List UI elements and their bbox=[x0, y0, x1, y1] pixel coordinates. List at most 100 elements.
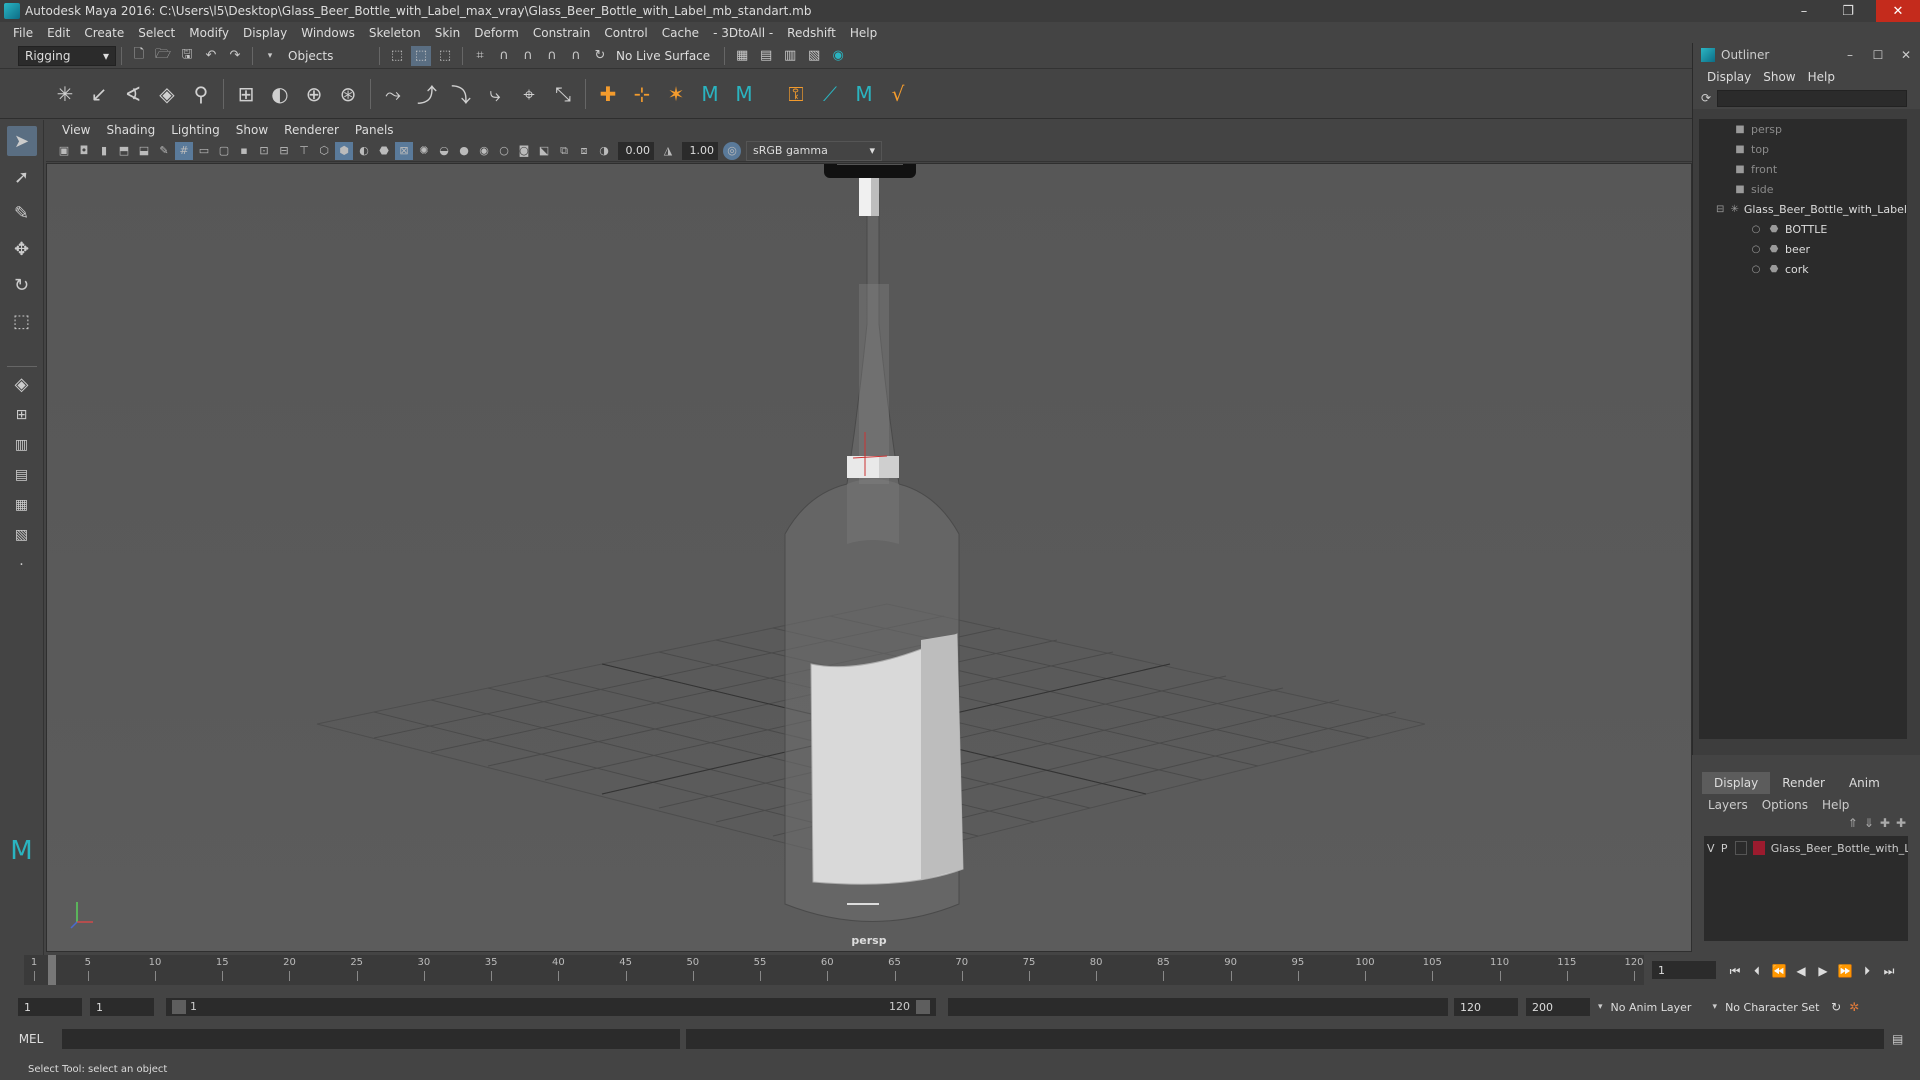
snap-view-icon[interactable]: ∩ bbox=[542, 46, 562, 66]
color-space-dropdown[interactable]: sRGB gamma ▾ bbox=[746, 140, 882, 161]
paint-select-icon[interactable]: ✎ bbox=[7, 198, 37, 228]
wire-icon[interactable]: ⌖ bbox=[514, 79, 544, 109]
render-view-icon[interactable]: ▧ bbox=[804, 46, 824, 66]
chevron-down-icon[interactable]: ▾ bbox=[260, 46, 280, 66]
layer-menu-layers[interactable]: Layers bbox=[1708, 798, 1748, 812]
lattice-icon[interactable]: ⤴ bbox=[412, 79, 442, 109]
menu-select[interactable]: Select bbox=[131, 26, 182, 40]
select-tool-icon[interactable]: ➤ bbox=[6, 126, 37, 156]
point-constraint-icon[interactable]: ⊹ bbox=[627, 79, 657, 109]
rotate-tool-icon[interactable]: ↻ bbox=[7, 270, 37, 300]
outliner-item[interactable]: ■ side bbox=[1699, 179, 1907, 199]
current-frame-field[interactable]: 1 bbox=[1652, 961, 1716, 979]
minimize-icon[interactable]: – bbox=[1836, 48, 1864, 62]
new-scene-icon[interactable]: 🗋 bbox=[129, 46, 149, 66]
move-layer-up-icon[interactable]: ⇑ bbox=[1848, 816, 1858, 830]
shadows-icon[interactable]: ◒ bbox=[435, 142, 453, 160]
open-scene-icon[interactable]: 🗁 bbox=[153, 46, 173, 66]
close-button[interactable]: ✕ bbox=[1876, 0, 1920, 22]
maya-m-icon[interactable]: M bbox=[849, 79, 879, 109]
new-layer-selected-icon[interactable]: ✚ bbox=[1896, 816, 1906, 830]
2d-pan-icon[interactable]: ⬓ bbox=[135, 142, 153, 160]
bind-skin-icon[interactable]: ⊞ bbox=[231, 79, 261, 109]
menu-edit[interactable]: Edit bbox=[40, 26, 77, 40]
use-all-lights-icon[interactable]: ✺ bbox=[415, 142, 433, 160]
wireframe-on-shaded-icon[interactable]: ⬣ bbox=[375, 142, 393, 160]
outliner-search-input[interactable] bbox=[1717, 89, 1908, 107]
range-start-handle[interactable] bbox=[172, 1000, 186, 1014]
time-slider-track[interactable]: 1 5 10 15 20 25 30 35 40 45 50 55 60 65 70 75 80 85 90 95 10… bbox=[24, 955, 1644, 985]
ik-spline-icon[interactable]: ∢ bbox=[118, 79, 148, 109]
menu-display[interactable]: Display bbox=[236, 26, 294, 40]
selection-mode-dropdown[interactable]: Objects bbox=[282, 46, 374, 66]
viewport-menu-panels[interactable]: Panels bbox=[347, 123, 402, 137]
script-language-toggle[interactable]: MEL bbox=[0, 1032, 62, 1046]
move-tool-icon[interactable]: ✥ bbox=[7, 234, 37, 264]
cluster-icon[interactable]: ⤵ bbox=[446, 79, 476, 109]
exposure-field[interactable]: 0.00 bbox=[618, 141, 654, 160]
anim-prefs-icon[interactable]: ✲ bbox=[1849, 1000, 1859, 1014]
layout-graph-icon[interactable]: ▦ bbox=[7, 494, 37, 516]
orient-joint-icon[interactable]: ⚲ bbox=[186, 79, 216, 109]
cap-mesh[interactable] bbox=[824, 164, 916, 178]
viewport-menu-lighting[interactable]: Lighting bbox=[163, 123, 228, 137]
xray-active-icon[interactable]: ⧈ bbox=[575, 142, 593, 160]
xray-icon[interactable]: ⊠ bbox=[395, 141, 413, 160]
viewport-menu-renderer[interactable]: Renderer bbox=[276, 123, 347, 137]
start-time-field[interactable]: 1 bbox=[18, 998, 82, 1016]
outliner-item[interactable]: ■ top bbox=[1699, 139, 1907, 159]
menu-control[interactable]: Control bbox=[597, 26, 654, 40]
color-management-icon[interactable]: ◎ bbox=[723, 141, 741, 160]
go-to-end-icon[interactable]: ⏭ bbox=[1878, 961, 1900, 981]
menu-file[interactable]: File bbox=[6, 26, 40, 40]
smooth-skin-icon[interactable]: ⊛ bbox=[333, 79, 363, 109]
mirror-joint-icon[interactable]: ◈ bbox=[152, 79, 182, 109]
hypershade-icon[interactable]: ◉ bbox=[828, 46, 848, 66]
viewport-menu-shading[interactable]: Shading bbox=[98, 123, 163, 137]
ambient-occlusion-icon[interactable]: ● bbox=[455, 142, 473, 160]
range-end-handle[interactable] bbox=[916, 1000, 930, 1014]
close-icon[interactable]: ✕ bbox=[1892, 48, 1920, 62]
restore-button[interactable]: ❐ bbox=[1826, 0, 1870, 22]
scale-tool-icon[interactable]: ⬚ bbox=[7, 306, 37, 336]
save-scene-icon[interactable]: 🖫 bbox=[177, 46, 197, 66]
layer-row[interactable]: V P Glass_Beer_Bottle_with_Label bbox=[1704, 838, 1908, 858]
viewport-menu-show[interactable]: Show bbox=[228, 123, 276, 137]
exposure-icon[interactable]: ◑ bbox=[595, 142, 613, 160]
snap-point-icon[interactable]: ∩ bbox=[518, 46, 538, 66]
perspective-viewport[interactable]: persp bbox=[46, 163, 1692, 952]
snap-live-icon[interactable]: ↻ bbox=[590, 46, 610, 66]
tab-anim[interactable]: Anim bbox=[1837, 772, 1892, 794]
redo-icon[interactable]: ↷ bbox=[225, 46, 245, 66]
ipr-render-icon[interactable]: ▥ bbox=[780, 46, 800, 66]
play-forward-icon[interactable]: ▶ bbox=[1812, 961, 1834, 981]
menu-set-dropdown[interactable]: Rigging ▾ bbox=[18, 45, 116, 66]
film-gate-icon[interactable]: ▭ bbox=[195, 142, 213, 160]
select-component-icon[interactable]: ⬚ bbox=[435, 46, 455, 66]
safe-title-icon[interactable]: ⊤ bbox=[295, 142, 313, 160]
time-slider[interactable]: 1 5 10 15 20 25 30 35 40 45 50 55 60 65 70 75 80 85 90 95 10… bbox=[0, 955, 1920, 995]
layout-two-icon[interactable]: ▥ bbox=[7, 434, 37, 456]
undo-icon[interactable]: ↶ bbox=[201, 46, 221, 66]
menu-skeleton[interactable]: Skeleton bbox=[362, 26, 428, 40]
label-mesh[interactable] bbox=[810, 633, 964, 885]
chevron-down-icon[interactable]: ▾ bbox=[1713, 1002, 1718, 1012]
grid-icon[interactable]: # bbox=[175, 141, 193, 160]
layout-outliner-icon[interactable]: ▤ bbox=[7, 464, 37, 486]
lasso-tool-icon[interactable]: ➚ bbox=[7, 162, 37, 192]
wireframe-icon[interactable]: ⬡ bbox=[315, 142, 333, 160]
camera-attr-icon[interactable]: ◘ bbox=[75, 142, 93, 160]
wrap-icon[interactable]: ⤷ bbox=[480, 79, 510, 109]
outliner-item[interactable]: ○ ⬣ BOTTLE bbox=[1699, 219, 1907, 239]
layer-playback-toggle[interactable]: P bbox=[1717, 842, 1730, 855]
playhead[interactable] bbox=[48, 955, 56, 985]
layout-four-icon[interactable]: ⊞ bbox=[7, 404, 37, 426]
viewport-menu-view[interactable]: View bbox=[54, 123, 98, 137]
outliner-item[interactable]: ○ ⬣ beer bbox=[1699, 239, 1907, 259]
safe-action-icon[interactable]: ⊟ bbox=[275, 142, 293, 160]
minimize-button[interactable]: – bbox=[1782, 0, 1826, 22]
refresh-icon[interactable]: ⟳ bbox=[1701, 91, 1711, 105]
anim-layer-dropdown[interactable]: No Anim Layer bbox=[1611, 1001, 1711, 1014]
nonlinear-icon[interactable]: ⤡ bbox=[548, 79, 578, 109]
new-layer-icon[interactable]: ✚ bbox=[1880, 816, 1890, 830]
